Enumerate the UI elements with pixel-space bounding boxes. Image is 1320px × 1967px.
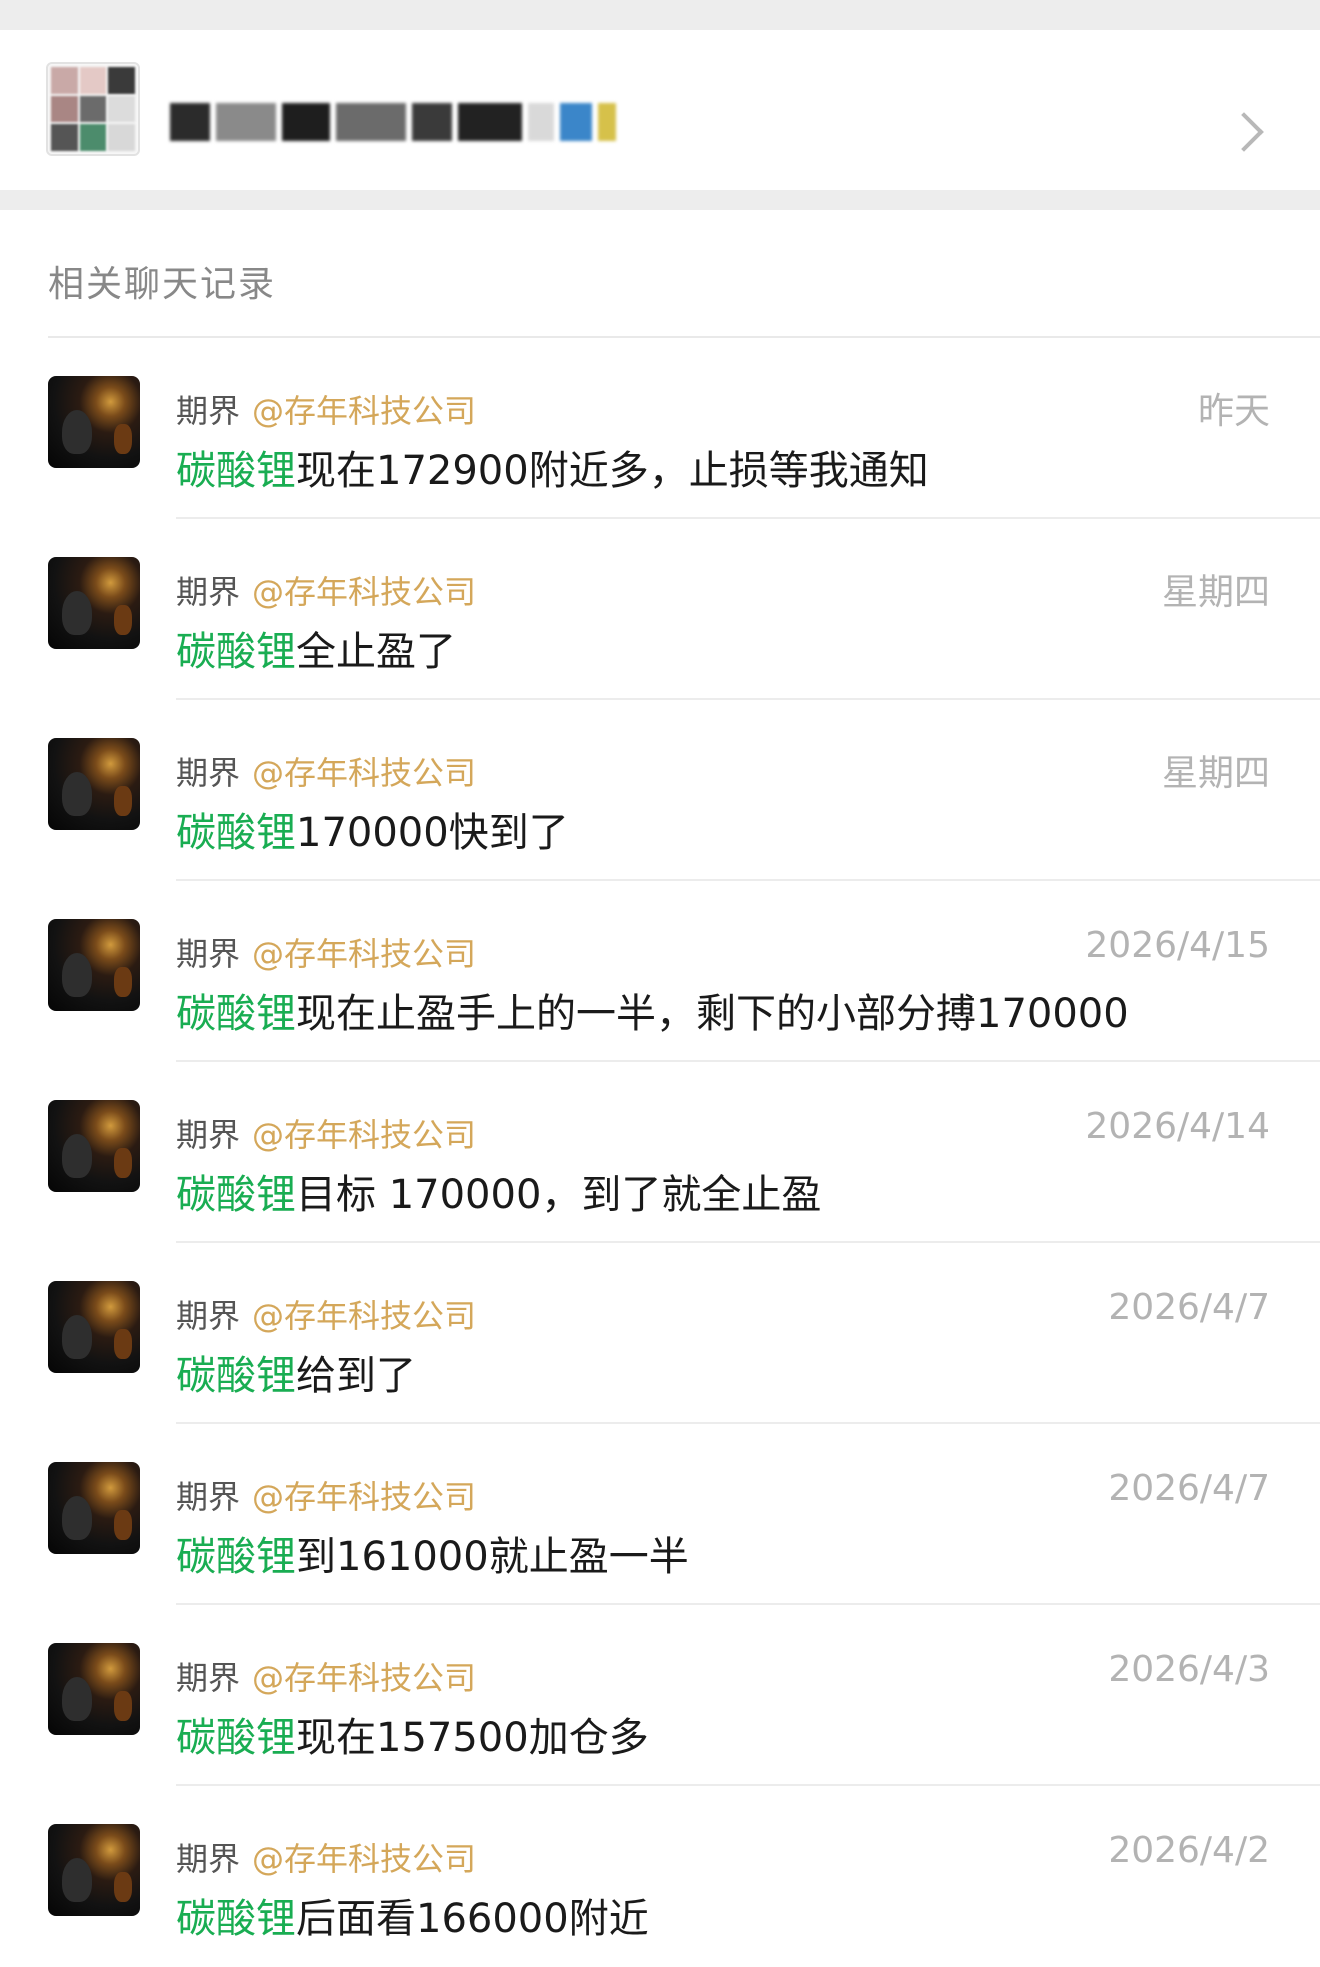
chat-record-item[interactable]: 期界 @存年科技公司 星期四 碳酸锂全止盈了 [0,519,1320,700]
sender-name: 期界 [176,1116,241,1154]
chat-record-item[interactable]: 期界 @存年科技公司 昨天 碳酸锂现在172900附近多，止损等我通知 [0,338,1320,519]
sender-name: 期界 [176,392,241,430]
message-text: 目标 170000，到了就全止盈 [296,1172,822,1218]
keyword-highlight: 碳酸锂 [176,1715,296,1761]
group-name-redacted [170,82,630,162]
chat-record-item[interactable]: 期界 @存年科技公司 2026/4/3 碳酸锂现在157500加仓多 [0,1605,1320,1786]
keyword-highlight: 碳酸锂 [176,810,296,856]
sender-avatar [48,1643,140,1735]
timestamp: 2026/4/2 [1108,1830,1270,1871]
message-text: 现在157500加仓多 [296,1715,649,1761]
timestamp: 2026/4/14 [1085,1106,1270,1147]
sender-line: 期界 @存年科技公司 [176,1653,476,1699]
mention: @存年科技公司 [252,935,477,973]
message-text: 现在止盈手上的一半，剩下的小部分搏170000 [296,991,1129,1037]
message-preview: 碳酸锂到161000就止盈一半 [176,1524,689,1582]
mention: @存年科技公司 [252,1478,477,1516]
mention: @存年科技公司 [252,1840,477,1878]
sender-avatar [48,1824,140,1916]
timestamp: 星期四 [1161,572,1270,613]
chat-record-list: 期界 @存年科技公司 昨天 碳酸锂现在172900附近多，止损等我通知 期界 @存年… [0,338,1320,1967]
sender-name: 期界 [176,573,241,611]
message-preview: 碳酸锂目标 170000，到了就全止盈 [176,1162,821,1220]
sender-line: 期界 @存年科技公司 [176,1472,476,1518]
timestamp: 2026/4/7 [1108,1287,1270,1328]
message-preview: 碳酸锂全止盈了 [176,619,456,677]
keyword-highlight: 碳酸锂 [176,1896,296,1942]
sender-avatar [48,376,140,468]
message-text: 到161000就止盈一半 [296,1534,689,1580]
sender-name: 期界 [176,754,241,792]
sender-line: 期界 @存年科技公司 [176,1291,476,1337]
sender-avatar [48,1100,140,1192]
sender-name: 期界 [176,1659,241,1697]
timestamp: 星期四 [1161,753,1270,794]
mention: @存年科技公司 [252,392,477,430]
message-text: 给到了 [296,1353,416,1399]
chevron-right-icon[interactable] [1224,112,1264,152]
keyword-highlight: 碳酸锂 [176,1353,296,1399]
keyword-highlight: 碳酸锂 [176,629,296,675]
timestamp: 2026/4/3 [1108,1649,1270,1690]
top-bar [0,0,1320,30]
message-text: 170000快到了 [296,810,569,856]
sender-line: 期界 @存年科技公司 [176,1110,476,1156]
sender-line: 期界 @存年科技公司 [176,1834,476,1880]
chat-record-item[interactable]: 期界 @存年科技公司 2026/4/14 碳酸锂目标 170000，到了就全止盈 [0,1062,1320,1243]
mention: @存年科技公司 [252,573,477,611]
sender-name: 期界 [176,1478,241,1516]
mention: @存年科技公司 [252,1297,477,1335]
message-preview: 碳酸锂现在172900附近多，止损等我通知 [176,438,929,496]
group-chat-header[interactable] [0,30,1320,190]
sender-avatar [48,1462,140,1554]
keyword-highlight: 碳酸锂 [176,1534,296,1580]
chat-record-item[interactable]: 期界 @存年科技公司 2026/4/7 碳酸锂给到了 [0,1243,1320,1424]
keyword-highlight: 碳酸锂 [176,448,296,494]
message-text: 现在172900附近多，止损等我通知 [296,448,929,494]
mention: @存年科技公司 [252,1659,477,1697]
sender-name: 期界 [176,935,241,973]
sender-line: 期界 @存年科技公司 [176,386,476,432]
sender-name: 期界 [176,1297,241,1335]
message-preview: 碳酸锂给到了 [176,1343,416,1401]
sender-avatar [48,1281,140,1373]
sender-line: 期界 @存年科技公司 [176,567,476,613]
chat-record-item[interactable]: 期界 @存年科技公司 2026/4/7 碳酸锂到161000就止盈一半 [0,1424,1320,1605]
message-text: 后面看166000附近 [296,1896,649,1942]
sender-avatar [48,738,140,830]
sender-name: 期界 [176,1840,241,1878]
sender-line: 期界 @存年科技公司 [176,929,476,975]
message-text: 全止盈了 [296,629,456,675]
section-gap [0,190,1320,210]
chat-record-item[interactable]: 期界 @存年科技公司 2026/4/15 碳酸锂现在止盈手上的一半，剩下的小部分搏… [0,881,1320,1062]
keyword-highlight: 碳酸锂 [176,1172,296,1218]
mention: @存年科技公司 [252,1116,477,1154]
keyword-highlight: 碳酸锂 [176,991,296,1037]
timestamp: 2026/4/7 [1108,1468,1270,1509]
sender-avatar [48,919,140,1011]
timestamp: 2026/4/15 [1085,925,1270,966]
chat-record-item[interactable]: 期界 @存年科技公司 星期四 碳酸锂170000快到了 [0,700,1320,881]
chat-record-item[interactable]: 期界 @存年科技公司 2026/4/2 碳酸锂后面看166000附近 [0,1786,1320,1967]
message-preview: 碳酸锂现在止盈手上的一半，剩下的小部分搏170000 [176,981,1129,1039]
timestamp: 昨天 [1197,391,1270,432]
mention: @存年科技公司 [252,754,477,792]
message-preview: 碳酸锂170000快到了 [176,800,569,858]
group-avatar [46,62,140,156]
sender-line: 期界 @存年科技公司 [176,748,476,794]
message-preview: 碳酸锂现在157500加仓多 [176,1705,649,1763]
message-preview: 碳酸锂后面看166000附近 [176,1886,649,1944]
section-title: 相关聊天记录 [48,264,277,305]
sender-avatar [48,557,140,649]
